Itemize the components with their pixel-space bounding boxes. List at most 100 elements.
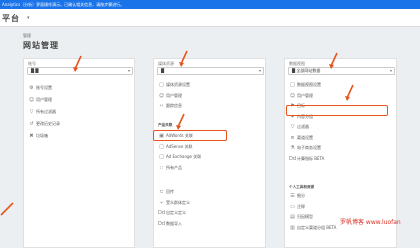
- menu-item-label: 渠道设置: [297, 134, 313, 140]
- arrow-left-edge: [0, 202, 14, 216]
- menu-item-users[interactable]: ☺ 用户管理: [288, 91, 313, 100]
- view-settings-icon: □: [290, 82, 295, 88]
- menu-item-label: 数据导入: [166, 220, 182, 226]
- app-title: 平台: [2, 14, 20, 23]
- menu-item-label: 所有过滤器: [36, 109, 56, 114]
- users-icon: ☺: [289, 92, 296, 99]
- ecommerce-icon: ⚗: [290, 145, 295, 151]
- menu-item-adsense[interactable]: □ AdSense 关联: [157, 142, 193, 151]
- menu-item-attribution[interactable]: ▤ 归因模型: [288, 212, 313, 221]
- adwords-highlight: [153, 130, 227, 141]
- goals-highlight: [286, 105, 388, 116]
- users-icon: ☺: [28, 97, 35, 103]
- menu-item-view-settings[interactable]: □ 数据视图设置: [288, 80, 321, 89]
- history-icon: ↺: [29, 121, 34, 127]
- chevron-down-icon: ▾: [127, 68, 130, 73]
- account-selector-value: █ █: [31, 68, 39, 73]
- channel-settings-icon: ≡: [290, 134, 295, 141]
- adsense-icon: □: [159, 143, 164, 150]
- view-selector-value: █ 全部网站数据: [292, 68, 321, 73]
- chevron-down-icon: ▾: [389, 68, 392, 73]
- product-links-heading: 产品关联: [158, 123, 173, 127]
- menu-item-audience[interactable]: ⑂ 受众群体定义: [157, 198, 190, 207]
- menu-item-users[interactable]: ☺ 用户管理: [27, 95, 52, 104]
- menu-item-label: Ad Exchange 关联: [166, 154, 202, 159]
- arrow-to-property-selector: [179, 50, 188, 67]
- menu-item-filter[interactable]: ▽ 过滤器: [288, 122, 309, 131]
- menu-item-label: 计算指标 BETA: [297, 155, 325, 161]
- arrow-to-adwords-link: [176, 113, 185, 130]
- menu-item-property-settings[interactable]: □ 媒体资源设置: [157, 80, 190, 89]
- adexchange-icon: □: [159, 154, 164, 160]
- custom-channel-icon: ▥: [290, 224, 295, 231]
- menu-item-label: 回传: [166, 189, 174, 194]
- property-selector[interactable]: █ ▾: [157, 67, 264, 75]
- menu-item-label: 自定义定义: [166, 210, 186, 215]
- chevron-down-icon: ▾: [258, 68, 261, 73]
- menu-item-settings[interactable]: ⚙ 账号设置: [27, 83, 52, 92]
- menu-item-all-products[interactable]: ∷ 所有产品: [157, 163, 182, 172]
- watermark: 罗帆博客 www.luofan: [340, 219, 401, 226]
- data-import-icon: Dd: [157, 220, 166, 227]
- menu-item-label: 垃圾箱: [36, 133, 48, 138]
- menu-item-label: 跟踪信息: [166, 103, 182, 108]
- personal-tools-heading: 个人工具和资源: [289, 185, 315, 189]
- arrow-to-account-selector: [73, 55, 82, 72]
- menu-item-label: 用户管理: [166, 92, 182, 98]
- admin-title: 网站管理: [23, 41, 59, 50]
- menu-item-label: 注释: [297, 203, 305, 209]
- menu-item-label: 数据视图设置: [297, 82, 321, 87]
- menu-item-tracking[interactable]: ‹› 跟踪信息: [157, 101, 183, 110]
- menu-item-label: 用户管理: [297, 92, 313, 98]
- menu-item-postbacks[interactable]: ⊂ 回传: [157, 187, 174, 196]
- filter-icon: ▽: [29, 109, 34, 115]
- attribution-icon: ▤: [290, 214, 295, 220]
- notice-bar: Analytics（分析）界面操作演示。已确认相关信息，请按步骤进行。: [0, 0, 420, 9]
- notice-text: Analytics（分析）界面操作演示。已确认相关信息，请按步骤进行。: [2, 2, 125, 7]
- chevron-down-icon[interactable]: ▾: [27, 15, 30, 21]
- custom-definitions-icon: Dd: [157, 210, 166, 216]
- menu-item-history[interactable]: ↺ 更改历史记录: [27, 119, 60, 128]
- admin-label: 管理: [23, 33, 31, 38]
- property-column: 媒体资源 █ ▾ □ 媒体资源设置 ☺ 用户管理 ‹› 跟踪信息 产品关联 ▣ AdWord…: [153, 58, 266, 248]
- filter-icon: ▽: [290, 124, 295, 130]
- arrow-to-goals: [345, 84, 354, 101]
- menu-item-label: 用户管理: [36, 97, 52, 102]
- menu-item-label: 受众群体定义: [166, 199, 190, 205]
- menu-item-adexchange[interactable]: □ Ad Exchange 关联: [157, 152, 201, 161]
- menu-item-annotations[interactable]: ▭ 注释: [288, 202, 305, 211]
- menu-item-ecommerce[interactable]: ⚗ 电子商务设置: [288, 143, 321, 152]
- menu-item-calculated-metrics[interactable]: Dd计算指标 BETA: [288, 154, 324, 163]
- menu-item-data-import[interactable]: Dd数据导入: [157, 219, 182, 228]
- annotations-icon: ▭: [290, 203, 295, 210]
- settings-icon: ⚙: [29, 85, 34, 91]
- app-header: 平台 ▾: [0, 9, 420, 27]
- menu-item-label: 更改历史记录: [36, 121, 60, 126]
- audience-icon: ⑂: [159, 199, 163, 206]
- menu-item-label: AdSense 关联: [166, 143, 193, 149]
- menu-item-trash[interactable]: ✖ 垃圾箱: [27, 131, 48, 140]
- menu-item-label: 账号设置: [36, 85, 52, 90]
- menu-item-label: 细分: [297, 193, 305, 198]
- arrow-to-view-selector: [329, 52, 338, 69]
- menu-item-label: 自定义渠道分组 BETA: [297, 224, 337, 230]
- property-settings-icon: □: [159, 82, 164, 88]
- menu-item-segments[interactable]: ☰ 细分: [288, 191, 305, 200]
- menu-item-label: 媒体资源设置: [166, 82, 190, 87]
- account-column: 账号 █ █ ▾ ⚙ 账号设置 ☺ 用户管理 ▽ 所有过滤器 ↺ 更改历史记录 ✖ 垃圾箱: [23, 58, 135, 248]
- calculated-metrics-icon: Dd: [288, 155, 297, 162]
- tracking-icon: ‹›: [159, 103, 164, 109]
- menu-item-users[interactable]: ☺ 用户管理: [157, 91, 182, 100]
- menu-item-channel-settings[interactable]: ≡ 渠道设置: [288, 133, 313, 142]
- all-products-icon: ∷: [159, 164, 164, 171]
- menu-item-label: 过滤器: [297, 124, 309, 129]
- menu-item-filter[interactable]: ▽ 所有过滤器: [27, 107, 56, 116]
- segments-icon: ☰: [290, 193, 295, 199]
- postbacks-icon: ⊂: [159, 189, 164, 195]
- menu-item-custom-definitions[interactable]: Dd自定义定义: [157, 208, 186, 217]
- menu-item-label: 归因模型: [297, 214, 313, 219]
- view-selector[interactable]: █ 全部网站数据 ▾: [288, 67, 395, 75]
- users-icon: ☺: [158, 92, 165, 99]
- menu-item-custom-channel[interactable]: ▥ 自定义渠道分组 BETA: [288, 223, 336, 232]
- menu-item-label: 电子商务设置: [297, 145, 321, 150]
